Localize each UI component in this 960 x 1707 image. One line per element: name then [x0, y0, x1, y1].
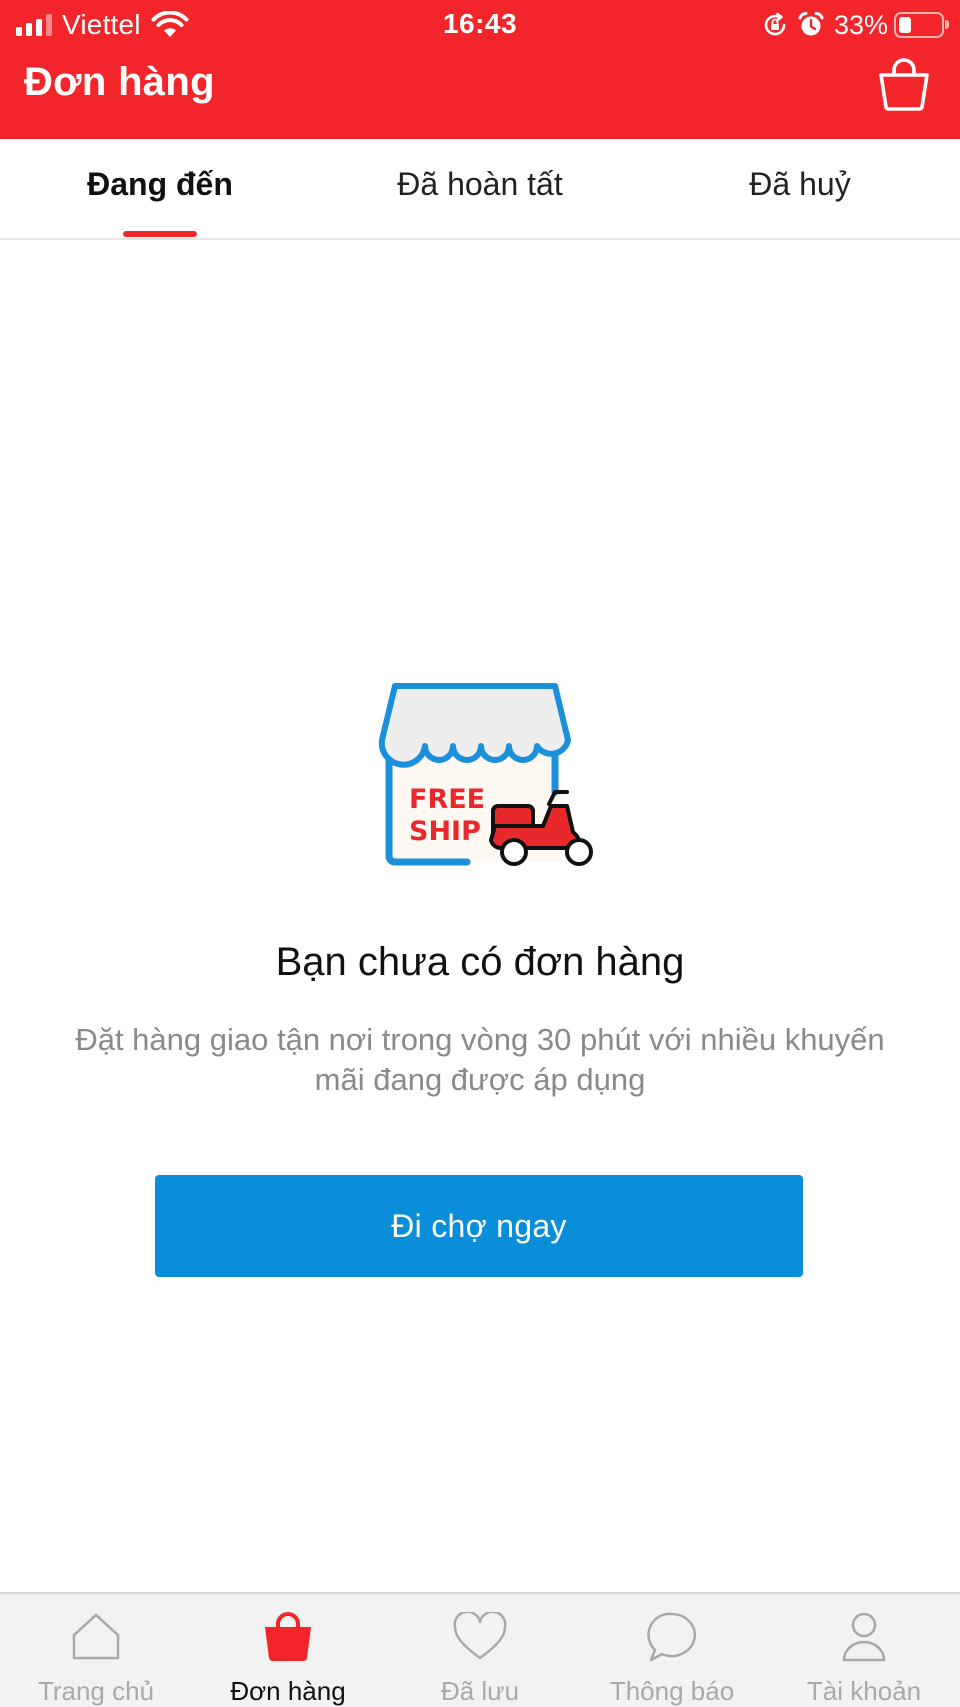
tab-da-hoan-tat[interactable]: Đã hoàn tất: [320, 139, 640, 238]
status-right: 33%: [762, 8, 949, 42]
tab-dang-den[interactable]: Đang đến: [0, 139, 320, 238]
tab-da-huy[interactable]: Đã huỷ: [640, 139, 960, 238]
shopping-bag-icon: [265, 1612, 311, 1662]
orientation-lock-icon: [764, 12, 786, 36]
bottom-navigation: Trang chủ Đơn hàng Đã lưu Thông báo Tài …: [0, 1592, 960, 1707]
home-icon: [72, 1613, 120, 1660]
nav-item-thong-bao[interactable]: Thông báo: [576, 1594, 768, 1707]
shopping-bag-icon: [879, 58, 929, 111]
empty-state-title: Bạn chưa có đơn hàng: [275, 940, 685, 984]
nav-label: Thông báo: [609, 1676, 735, 1706]
battery-percent: 33%: [833, 9, 888, 40]
chat-bubble-icon: [647, 1612, 697, 1662]
battery-icon: [894, 12, 949, 38]
alarm-icon: [798, 12, 824, 36]
order-status-tabs: Đang đến Đã hoàn tất Đã huỷ: [0, 139, 960, 240]
nav-item-da-luu[interactable]: Đã lưu: [384, 1594, 576, 1707]
cart-button[interactable]: [874, 54, 934, 114]
nav-label: Đã lưu: [440, 1676, 520, 1706]
user-icon: [842, 1612, 886, 1662]
free-ship-text: FREE: [409, 784, 485, 815]
nav-item-trang-chu[interactable]: Trang chủ: [0, 1594, 192, 1707]
page-title: Đơn hàng: [24, 60, 215, 104]
tab-label: Đã huỷ: [749, 166, 851, 202]
tab-label: Đã hoàn tất: [397, 166, 563, 202]
heart-icon: [453, 1612, 507, 1660]
tab-label: Đang đến: [87, 166, 233, 202]
empty-state-description: Đặt hàng giao tận nơi trong vòng 30 phút…: [75, 1022, 885, 1097]
nav-label: Tài khoản: [806, 1676, 922, 1706]
store-delivery-icon: FREE SHIP: [378, 683, 593, 866]
nav-label: Trang chủ: [37, 1676, 155, 1706]
nav-label: Đơn hàng: [230, 1676, 346, 1706]
go-shopping-button[interactable]: Đi chợ ngay: [155, 1175, 803, 1277]
app-header: Viettel 16:43 33% Đơn hàng: [0, 0, 960, 139]
status-bar: Viettel 16:43 33%: [0, 0, 960, 50]
nav-item-tai-khoan[interactable]: Tài khoản: [768, 1594, 960, 1707]
active-tab-indicator: [123, 231, 197, 237]
free-ship-text: SHIP: [409, 816, 481, 847]
nav-item-don-hang[interactable]: Đơn hàng: [192, 1594, 384, 1707]
